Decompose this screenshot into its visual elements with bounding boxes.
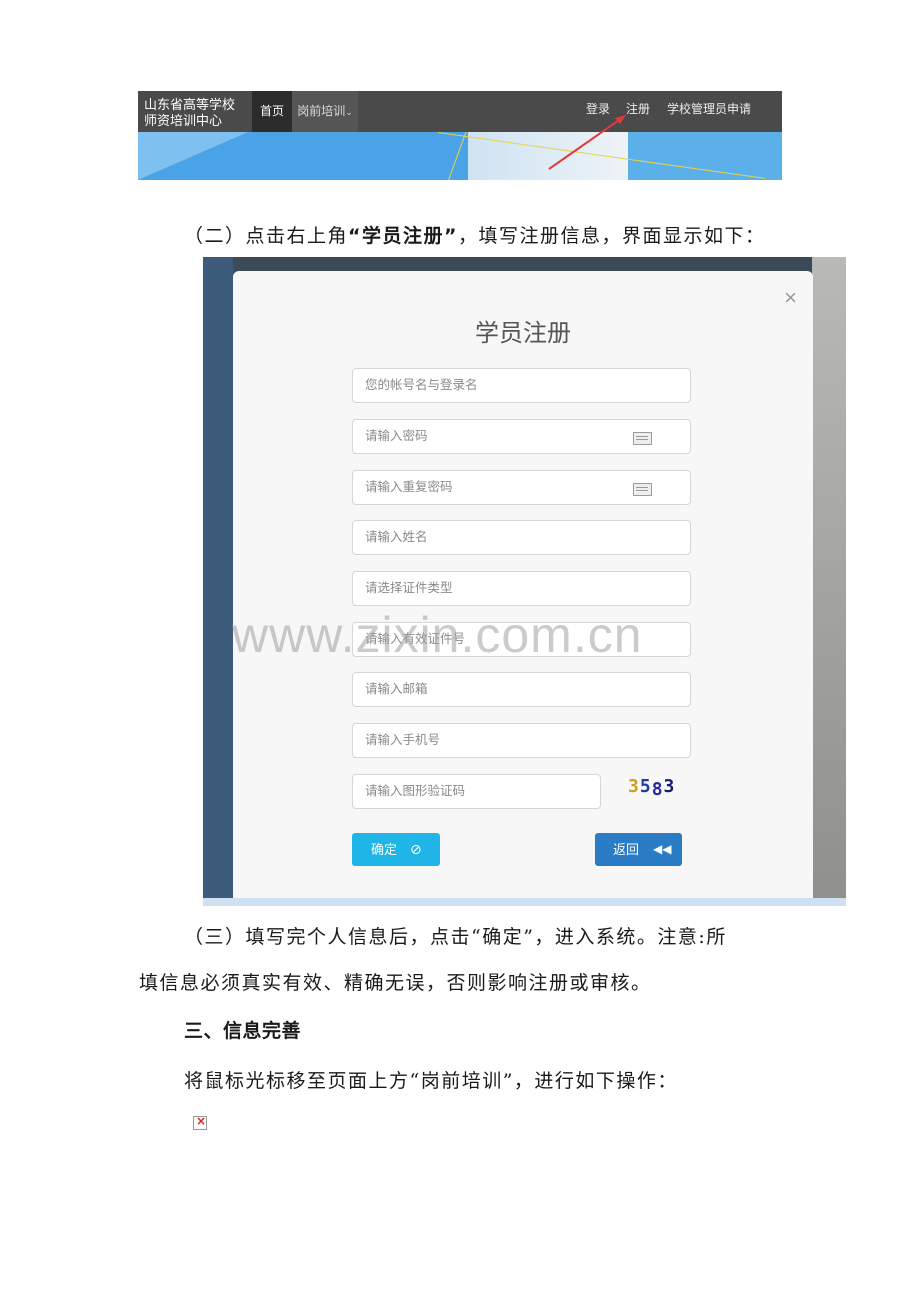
paragraph-step-4: 将鼠标光标移至页面上方“岗前培训”，进行如下操作： xyxy=(184,1070,678,1092)
captcha-char: 5 xyxy=(639,776,652,797)
confirm-button[interactable]: 确定 ⊘ xyxy=(352,833,440,866)
back-label: 返回 xyxy=(613,842,640,857)
navbar-screenshot: 山东省高等学校 师资培训中心 首页 岗前培训⌄ 登录 注册 学校管理员申请 xyxy=(138,91,782,180)
captcha-char: 8 xyxy=(651,779,664,800)
paragraph-step-3-line-2: 填信息必须真实有效、精确无误，否则影响注册或审核。 xyxy=(139,972,652,994)
section-heading: 三、信息完善 xyxy=(184,1020,302,1042)
paragraph-step-3-line-1: （三）填写完个人信息后，点击“确定”，进入系统。注意:所 xyxy=(184,926,727,948)
email-input[interactable]: 请输入邮箱 xyxy=(352,672,691,707)
modal-title: 学员注册 xyxy=(475,320,571,347)
name-input[interactable]: 请输入姓名 xyxy=(352,520,691,555)
captcha-char: 3 xyxy=(663,776,676,797)
confirm-label: 确定 xyxy=(371,842,398,857)
captcha-char: 3 xyxy=(628,776,640,797)
keyboard-icon[interactable] xyxy=(633,483,652,496)
close-icon[interactable]: × xyxy=(784,285,797,311)
repeat-password-input[interactable]: 请输入重复密码 xyxy=(352,470,691,505)
password-placeholder: 请输入密码 xyxy=(365,429,428,443)
check-circle-icon: ⊘ xyxy=(410,841,422,857)
fast-backward-icon: ◀◀ xyxy=(653,842,672,856)
id-type-select[interactable]: 请选择证件类型 xyxy=(352,571,691,606)
captcha-input[interactable]: 请输入图形验证码 xyxy=(352,774,601,809)
keyboard-icon[interactable] xyxy=(633,432,652,445)
register-modal: × 学员注册 您的帐号名与登录名 请输入密码 请输入重复密码 请输入姓名 请选择… xyxy=(233,271,813,906)
phone-input[interactable]: 请输入手机号 xyxy=(352,723,691,758)
watermark: www.zixin.com.cn xyxy=(232,607,643,663)
step-2-prefix: （二）点击右上角 xyxy=(184,225,349,247)
password-input[interactable]: 请输入密码 xyxy=(352,419,691,454)
step-2-suffix: ，填写注册信息，界面显示如下： xyxy=(458,225,766,247)
username-input[interactable]: 您的帐号名与登录名 xyxy=(352,368,691,403)
red-arrow-annotation xyxy=(548,115,626,170)
back-button[interactable]: 返回 ◀◀ xyxy=(595,833,682,866)
repeat-password-placeholder: 请输入重复密码 xyxy=(365,480,453,494)
broken-image-icon: × xyxy=(193,1114,207,1130)
paragraph-step-2: （二）点击右上角“学员注册”，填写注册信息，界面显示如下： xyxy=(184,221,766,248)
registration-screenshot: × 学员注册 您的帐号名与登录名 请输入密码 请输入重复密码 请输入姓名 请选择… xyxy=(203,257,846,906)
step-2-bold: “学员注册” xyxy=(348,225,458,247)
captcha-image[interactable]: 3583 xyxy=(628,776,676,800)
